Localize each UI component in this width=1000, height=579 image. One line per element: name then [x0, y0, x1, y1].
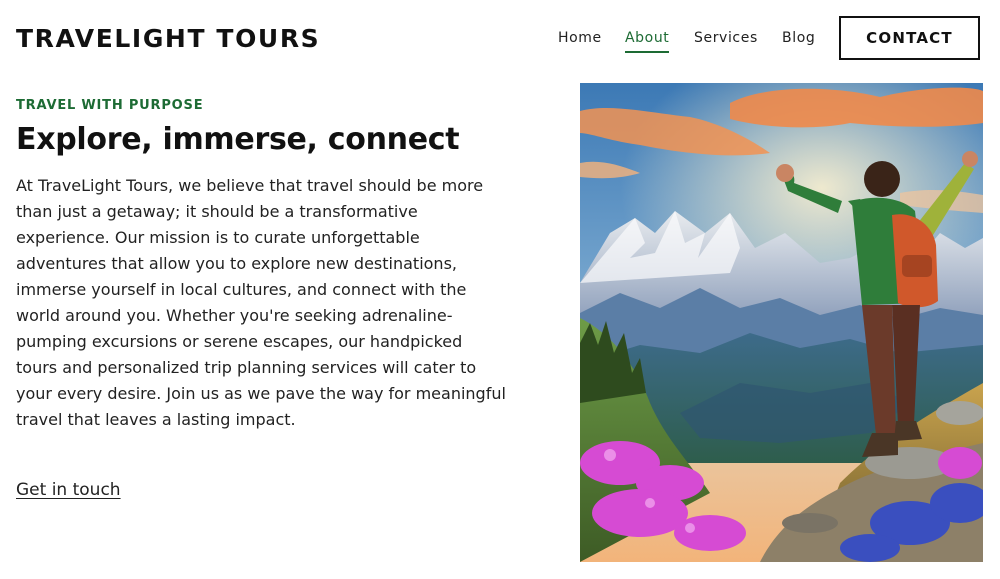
get-in-touch-link[interactable]: Get in touch [16, 480, 121, 500]
contact-button[interactable]: CONTACT [839, 16, 980, 60]
hiker-mountain-illustration [580, 83, 983, 562]
nav-about-label: About [625, 30, 670, 53]
main-nav: Home About Services Blog [558, 30, 822, 53]
nav-home[interactable]: Home [558, 30, 625, 51]
site-logo[interactable]: TRAVELIGHT TOURS [16, 24, 320, 53]
page-headline: Explore, immerse, connect [16, 122, 460, 157]
nav-about[interactable]: About [625, 30, 694, 53]
about-paragraph: At TraveLight Tours, we believe that tra… [16, 176, 506, 429]
page: TRAVELIGHT TOURS Home About Services Blo… [0, 0, 1000, 579]
section-kicker: TRAVEL WITH PURPOSE [16, 98, 204, 113]
nav-services[interactable]: Services [694, 30, 782, 51]
hero-image [580, 83, 983, 562]
nav-blog[interactable]: Blog [782, 30, 822, 51]
